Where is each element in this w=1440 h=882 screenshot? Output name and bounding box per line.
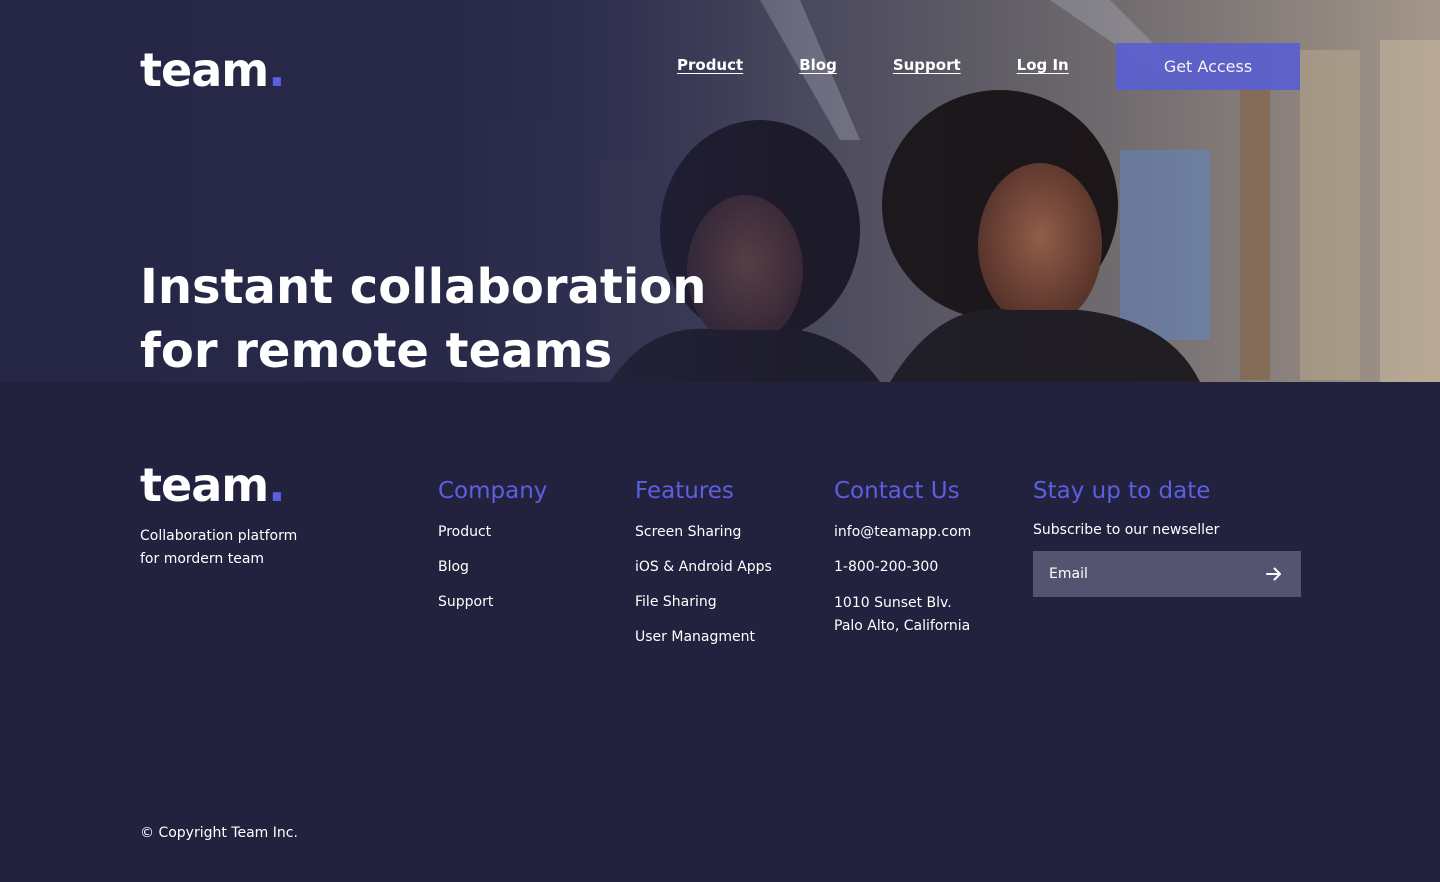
nav-link-product[interactable]: Product <box>677 56 743 74</box>
hero-title-line1: Instant collaboration <box>140 259 707 315</box>
hero-title: Instant collaboration for remote teams <box>140 255 760 382</box>
address-line1: 1010 Sunset Blv. <box>834 595 952 611</box>
company-heading: Company <box>438 478 548 504</box>
features-heading: Features <box>635 478 734 504</box>
footer-link-product[interactable]: Product <box>438 522 547 542</box>
footer-link-file-sharing[interactable]: File Sharing <box>635 592 772 612</box>
contact-email[interactable]: info@teamapp.com <box>834 522 971 542</box>
nav-link-login[interactable]: Log In <box>1017 56 1069 74</box>
tagline-line1: Collaboration platform <box>140 528 298 544</box>
footer-features-column: Features Screen Sharing iOS & Android Ap… <box>635 478 772 662</box>
brand-dot: . <box>268 43 286 97</box>
nav-link-support[interactable]: Support <box>893 56 961 74</box>
nav-link-blog[interactable]: Blog <box>799 56 837 74</box>
footer-brand-dot: . <box>268 458 286 512</box>
footer-contact-column: Contact Us info@teamapp.com 1-800-200-30… <box>834 478 971 653</box>
landing-page: team. Product Blog Support Log In Get Ac… <box>0 0 1440 882</box>
contact-heading: Contact Us <box>834 478 960 504</box>
footer-link-support[interactable]: Support <box>438 592 547 612</box>
footer-logo[interactable]: team. <box>140 462 286 508</box>
newsletter-heading: Stay up to date <box>1033 478 1211 504</box>
footer-link-screen-sharing[interactable]: Screen Sharing <box>635 522 772 542</box>
contact-address: 1010 Sunset Blv. Palo Alto, California <box>834 592 971 638</box>
hero-section: team. Product Blog Support Log In Get Ac… <box>0 0 1440 382</box>
footer-link-mobile-apps[interactable]: iOS & Android Apps <box>635 557 772 577</box>
contact-phone[interactable]: 1-800-200-300 <box>834 557 971 577</box>
newsletter-form <box>1033 551 1301 597</box>
main-nav: Product Blog Support Log In <box>677 56 1069 74</box>
brand-logo[interactable]: team. <box>140 47 286 93</box>
footer-tagline: Collaboration platform for mordern team <box>140 525 340 571</box>
hero-title-line2: for remote teams <box>140 323 613 379</box>
address-line2: Palo Alto, California <box>834 618 971 634</box>
tagline-line2: for mordern team <box>140 551 265 567</box>
newsletter-subtitle: Subscribe to our newseller <box>1033 522 1220 538</box>
footer-link-user-management[interactable]: User Managment <box>635 627 772 647</box>
email-input[interactable] <box>1033 551 1248 597</box>
footer-company-column: Company Product Blog Support <box>438 478 547 627</box>
arrow-right-icon[interactable] <box>1265 565 1283 583</box>
brand-name: team <box>140 43 269 97</box>
get-access-button[interactable]: Get Access <box>1116 43 1300 90</box>
footer-newsletter-column: Stay up to date Subscribe to our newsell… <box>1033 478 1301 597</box>
footer-brand-name: team <box>140 458 269 512</box>
copyright-text: © Copyright Team Inc. <box>140 825 298 841</box>
footer-link-blog[interactable]: Blog <box>438 557 547 577</box>
